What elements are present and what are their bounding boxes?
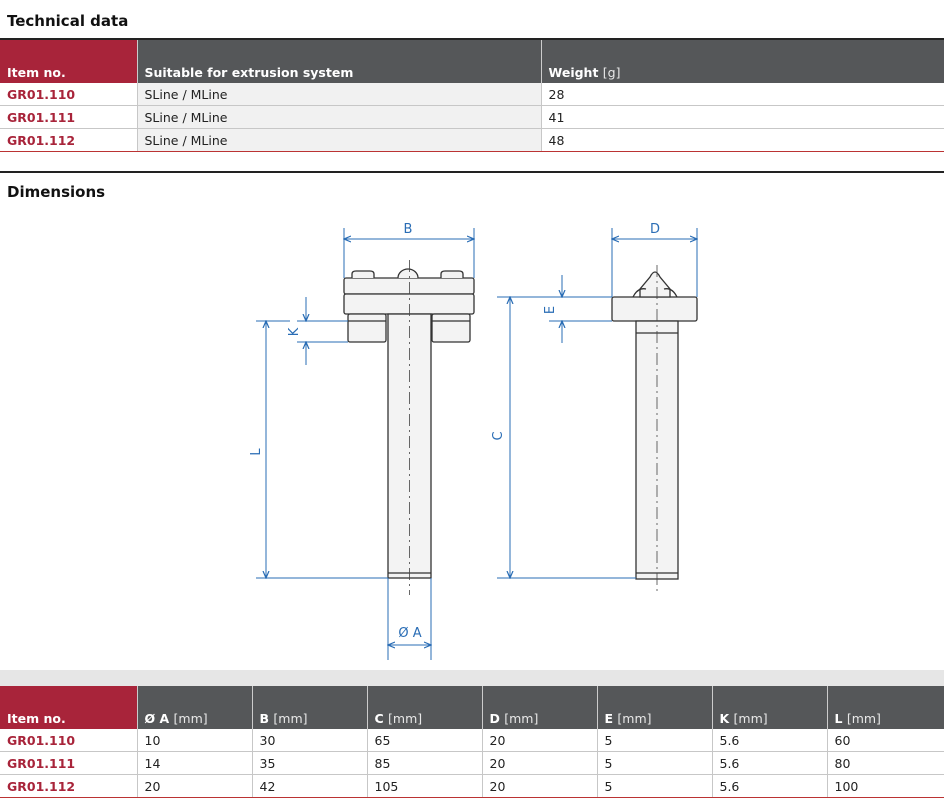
k-cell: 5.6	[712, 751, 828, 775]
item-no-cell: GR01.111	[0, 751, 138, 775]
b-cell: 35	[252, 751, 368, 775]
col-l: L [mm]	[827, 686, 944, 729]
a-cell: 20	[137, 774, 253, 798]
item-no-cell: GR01.110	[0, 729, 138, 752]
system-cell: SLine / MLine	[137, 105, 542, 129]
table-header-row: Item no. Ø A [mm] B [mm] C [mm] D [mm] E…	[0, 686, 944, 729]
table-row: GR01.111 14 35 85 20 5 5.6 80	[0, 751, 944, 775]
technical-data-title: Technical data	[7, 12, 129, 30]
item-no-cell: GR01.112	[0, 774, 138, 798]
table-header-row: Item no. Suitable for extrusion system W…	[0, 40, 944, 83]
item-no-cell: GR01.111	[0, 105, 138, 129]
table-row: GR01.110 SLine / MLine 28	[0, 83, 944, 106]
dim-label-k: K	[287, 327, 302, 336]
e-cell: 5	[597, 751, 713, 775]
col-c: C [mm]	[367, 686, 483, 729]
item-no-cell: GR01.112	[0, 128, 138, 152]
col-e: E [mm]	[597, 686, 713, 729]
system-cell: SLine / MLine	[137, 128, 542, 152]
col-a: Ø A [mm]	[137, 686, 253, 729]
b-cell: 30	[252, 729, 368, 752]
d-cell: 20	[482, 751, 598, 775]
l-cell: 100	[827, 774, 944, 798]
dim-label-c: C	[491, 431, 506, 440]
a-cell: 14	[137, 751, 253, 775]
c-cell: 65	[367, 729, 483, 752]
d-cell: 20	[482, 774, 598, 798]
b-cell: 42	[252, 774, 368, 798]
col-item-no: Item no.	[0, 40, 138, 83]
side-view	[611, 265, 698, 595]
c-cell: 105	[367, 774, 483, 798]
table-row: GR01.112 20 42 105 20 5 5.6 100	[0, 774, 944, 798]
dim-label-d: D	[650, 222, 660, 237]
dimensions-table: Item no. Ø A [mm] B [mm] C [mm] D [mm] E…	[0, 686, 944, 798]
k-cell: 5.6	[712, 774, 828, 798]
dim-label-b: B	[404, 222, 413, 237]
dim-label-l: L	[249, 448, 264, 456]
dimensions-title: Dimensions	[7, 183, 106, 201]
k-cell: 5.6	[712, 729, 828, 752]
system-cell: SLine / MLine	[137, 83, 542, 106]
e-cell: 5	[597, 729, 713, 752]
technical-data-header: Technical data	[0, 0, 944, 38]
table-row: GR01.110 10 30 65 20 5 5.6 60	[0, 729, 944, 752]
front-view	[343, 260, 475, 595]
technical-data-table: Item no. Suitable for extrusion system W…	[0, 40, 944, 152]
dim-label-e: E	[543, 306, 558, 314]
dim-label-a: Ø A	[398, 626, 421, 641]
c-cell: 85	[367, 751, 483, 775]
col-weight: Weight [g]	[541, 40, 944, 83]
col-extrusion-system: Suitable for extrusion system	[137, 40, 542, 83]
divider	[0, 670, 944, 686]
e-cell: 5	[597, 774, 713, 798]
l-cell: 80	[827, 751, 944, 775]
table-row: GR01.112 SLine / MLine 48	[0, 128, 944, 152]
l-cell: 60	[827, 729, 944, 752]
col-d: D [mm]	[482, 686, 598, 729]
dimensions-header: Dimensions	[0, 173, 944, 205]
col-item-no: Item no.	[0, 686, 138, 729]
weight-cell: 48	[541, 128, 944, 152]
a-cell: 10	[137, 729, 253, 752]
col-b: B [mm]	[252, 686, 368, 729]
d-cell: 20	[482, 729, 598, 752]
weight-cell: 41	[541, 105, 944, 129]
col-k: K [mm]	[712, 686, 828, 729]
technical-drawing: B D K L Ø A E C	[249, 222, 944, 660]
item-no-cell: GR01.110	[0, 83, 138, 106]
dimension-lines	[256, 228, 697, 660]
weight-cell: 28	[541, 83, 944, 106]
table-row: GR01.111 SLine / MLine 41	[0, 105, 944, 129]
